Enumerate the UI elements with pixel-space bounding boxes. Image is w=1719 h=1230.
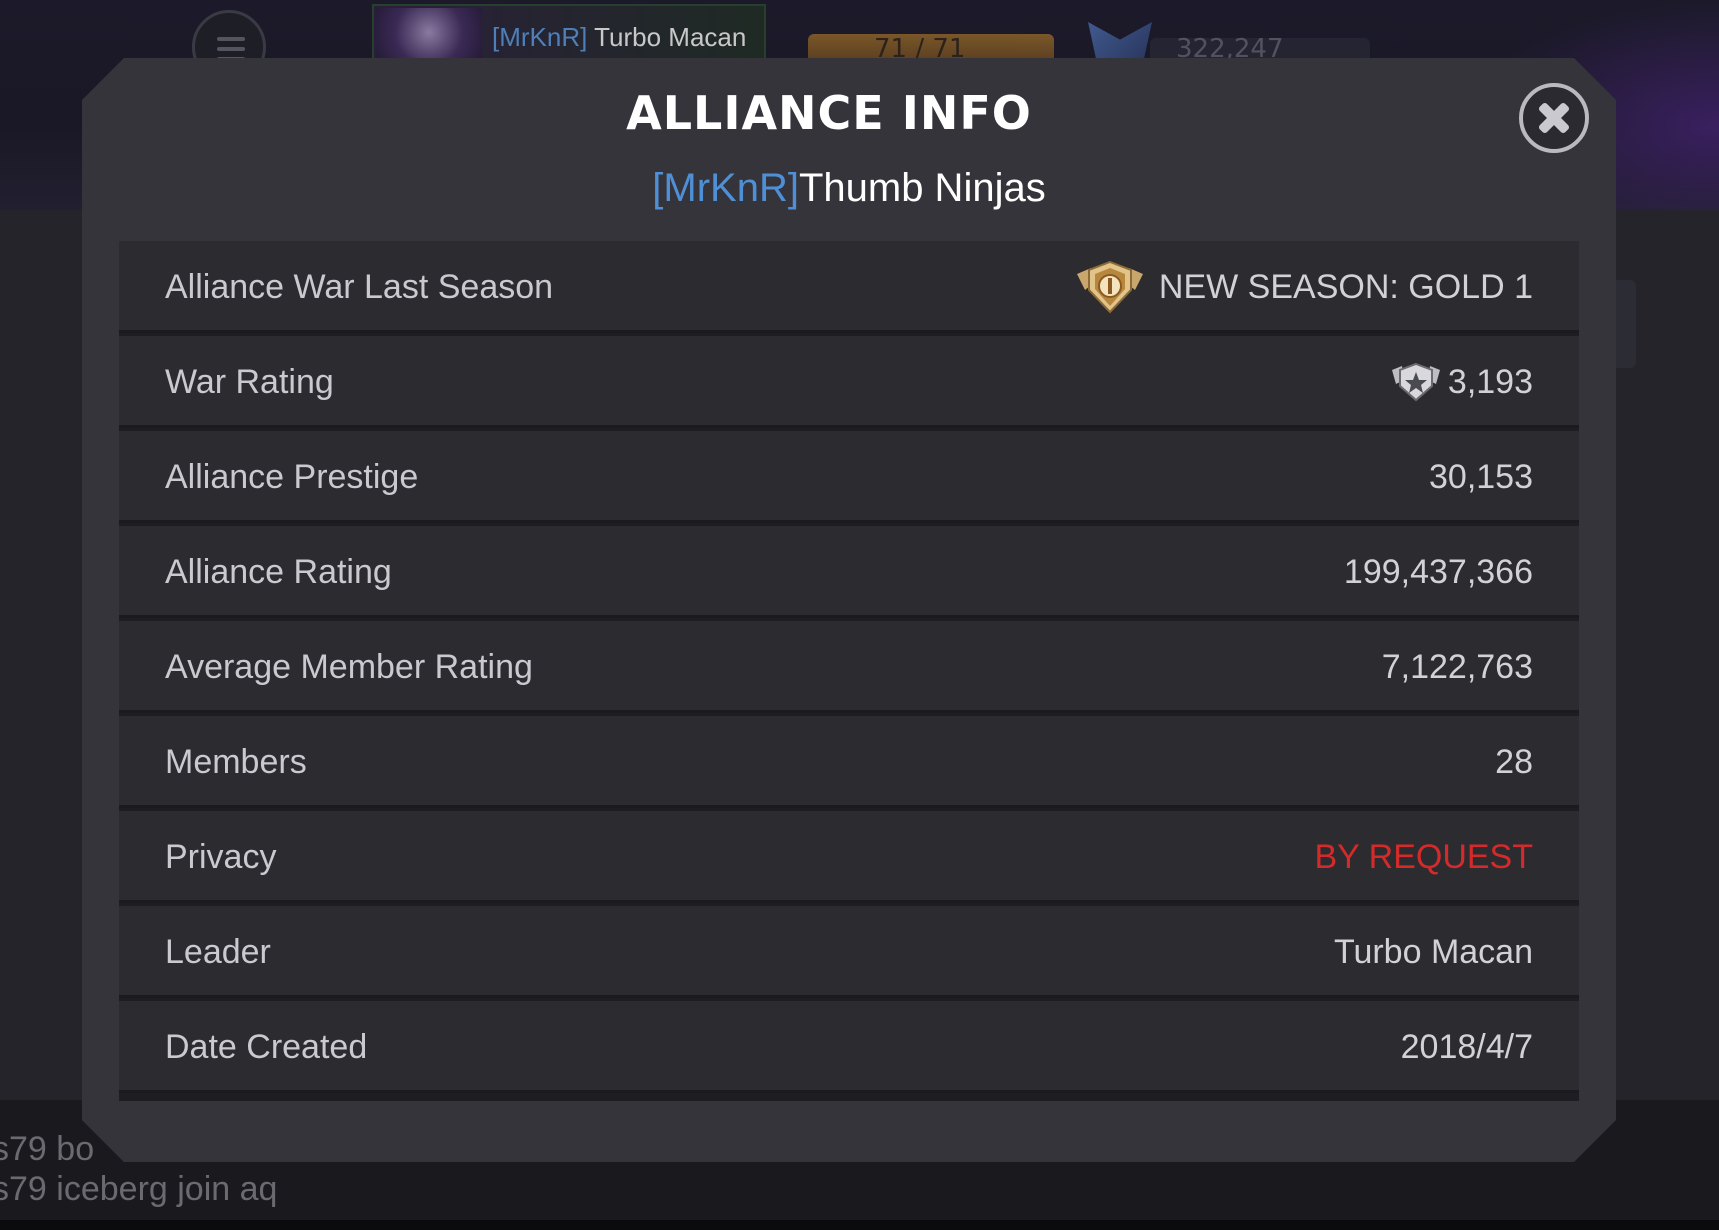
row-privacy: Privacy BY REQUEST (119, 811, 1579, 903)
row-alliance-prestige: Alliance Prestige 30,153 (119, 431, 1579, 523)
alliance-name-text: Thumb Ninjas (798, 166, 1046, 210)
row-label: Members (165, 743, 307, 781)
alliance-tag: [MrKnR] (652, 166, 799, 210)
chat-line: s79 bo (0, 1130, 94, 1169)
chat-line-prefix: s79 (0, 1130, 47, 1168)
top-player-tag: [MrKnR] (492, 22, 588, 52)
chat-line-text: iceberg join aq (56, 1170, 278, 1208)
player-avatar (376, 8, 482, 62)
row-value: 3,193 (1390, 336, 1533, 428)
close-button[interactable] (1519, 83, 1589, 153)
row-value: 28 (1495, 743, 1533, 781)
leader-name[interactable]: Turbo Macan (1334, 906, 1533, 998)
gold-tier-badge-icon (1075, 260, 1145, 314)
season-value: NEW SEASON: GOLD 1 (1158, 268, 1533, 306)
row-label: Leader (165, 933, 271, 971)
row-label: War Rating (165, 363, 334, 401)
row-label: Alliance War Last Season (165, 268, 554, 306)
chat-line-prefix: s79 (0, 1170, 47, 1208)
row-members: Members 28 (119, 716, 1579, 808)
row-label: Alliance Prestige (165, 458, 419, 496)
alliance-info-modal: ALLIANCE INFO [MrKnR]Thumb Ninjas Allian… (82, 58, 1616, 1162)
alliance-name: [MrKnR]Thumb Ninjas (82, 166, 1616, 211)
row-label: Date Created (165, 1028, 368, 1066)
top-player-name: [MrKnR] Turbo Macan (492, 22, 746, 53)
row-leader[interactable]: Leader Turbo Macan (119, 906, 1579, 998)
war-rating-value: 3,193 (1447, 363, 1533, 401)
top-player-label: Turbo Macan (594, 22, 747, 52)
alliance-info-table: Alliance War Last Season NEW SEASON: GOL… (119, 241, 1579, 1101)
chat-line: s79 iceberg join aq (0, 1170, 277, 1209)
chat-line-text: bo (56, 1130, 95, 1168)
row-label: Alliance Rating (165, 553, 392, 591)
modal-title: ALLIANCE INFO (626, 86, 1032, 140)
row-war-rating: War Rating 3,193 (119, 336, 1579, 428)
row-label: Average Member Rating (165, 648, 533, 686)
row-value: 7,122,763 (1381, 648, 1533, 686)
row-alliance-rating: Alliance Rating 199,437,366 (119, 526, 1579, 618)
row-alliance-war-last-season: Alliance War Last Season NEW SEASON: GOL… (119, 241, 1579, 333)
row-value: 199,437,366 (1343, 553, 1533, 591)
bottom-strip (0, 1220, 1719, 1230)
row-value: 30,153 (1429, 458, 1533, 496)
row-label: Privacy (165, 838, 277, 876)
privacy-value: BY REQUEST (1314, 838, 1533, 876)
war-rating-icon (1390, 362, 1442, 402)
row-average-member-rating: Average Member Rating 7,122,763 (119, 621, 1579, 713)
row-value: 2018/4/7 (1400, 1028, 1533, 1066)
row-date-created: Date Created 2018/4/7 (119, 1001, 1579, 1093)
top-player-card[interactable]: [MrKnR] Turbo Macan (372, 4, 766, 64)
row-value: NEW SEASON: GOLD 1 (1075, 241, 1533, 333)
